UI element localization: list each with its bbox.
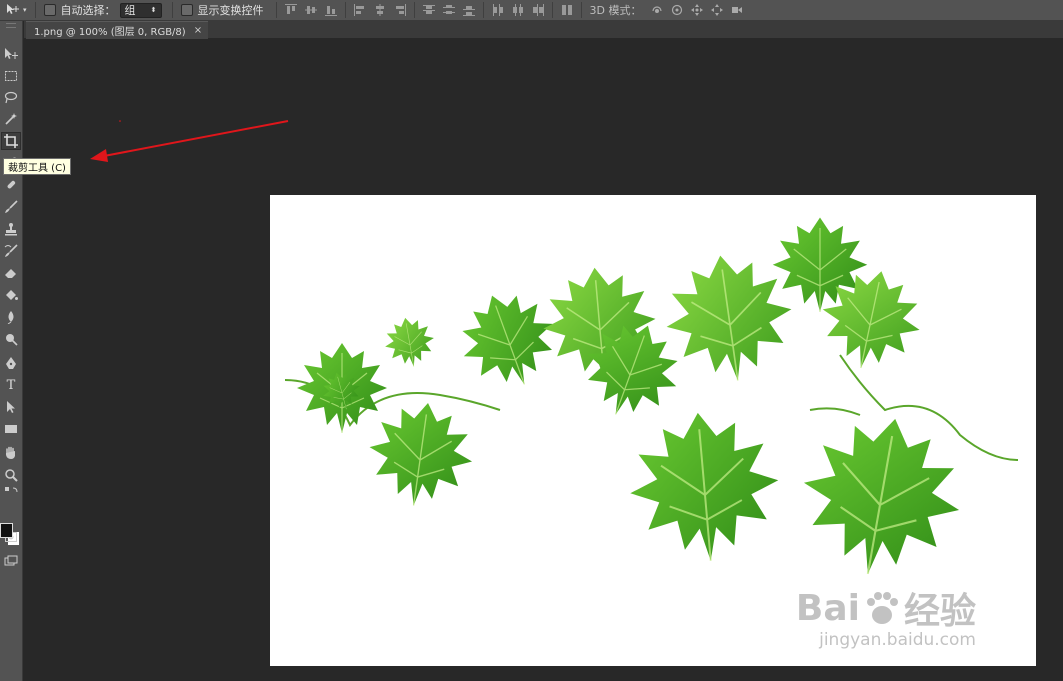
distribute-top-button[interactable] [422, 3, 436, 17]
3d-mode-label: 3D 模式： [589, 4, 642, 17]
distribute-bottom-button[interactable] [462, 3, 476, 17]
marquee-tool-icon[interactable] [1, 67, 21, 85]
document-canvas[interactable]: Bai 经验 jingyan.baidu.com [270, 195, 1036, 666]
hand-tool-icon[interactable] [1, 444, 21, 462]
close-icon[interactable]: × [194, 25, 202, 36]
options-bar: ▾ 自动选择： 组 ⬍ 显示变换控件 3D 模式： [0, 0, 1063, 21]
pan-3d-icon[interactable] [690, 3, 704, 17]
distribute-left-button[interactable] [491, 3, 505, 17]
roll-3d-icon[interactable] [670, 3, 684, 17]
document-tab[interactable]: 1.png @ 100% (图层 0, RGB/8) × [26, 21, 209, 39]
divider [580, 2, 582, 18]
rotate-3d-icon[interactable] [650, 3, 664, 17]
history-brush-tool-icon[interactable] [1, 242, 21, 260]
align-left-button[interactable] [353, 3, 367, 17]
distribute-hcenter-button[interactable] [511, 3, 525, 17]
divider [275, 2, 277, 18]
magic-wand-tool-icon[interactable] [1, 110, 21, 128]
crop-tool-icon[interactable] [1, 132, 21, 150]
divider [551, 2, 553, 18]
watermark-main-text: Bai [795, 587, 860, 629]
watermark-main-tail: 经验 [903, 591, 976, 632]
paint-bucket-tool-icon[interactable] [1, 286, 21, 304]
tools-panel: T [0, 21, 23, 681]
auto-align-button[interactable] [560, 3, 574, 17]
clone-stamp-tool-icon[interactable] [1, 220, 21, 238]
path-selection-tool-icon[interactable] [1, 398, 21, 416]
divider [171, 2, 173, 18]
align-right-button[interactable] [393, 3, 407, 17]
show-transform-checkbox[interactable] [180, 4, 193, 16]
baidu-watermark: Bai 经验 jingyan.baidu.com [795, 582, 976, 651]
spinner-icon: ⬍ [150, 6, 157, 14]
watermark-sub-text: jingyan.baidu.com [819, 630, 976, 650]
divider [482, 2, 484, 18]
healing-brush-tool-icon[interactable] [1, 176, 21, 194]
type-tool-glyph: T [6, 377, 16, 393]
zoom-tool-icon[interactable] [1, 466, 21, 484]
move-tool-icon[interactable] [1, 45, 21, 63]
distribute-vcenter-button[interactable] [442, 3, 456, 17]
document-tab-bar: 1.png @ 100% (图层 0, RGB/8) × [24, 21, 1063, 39]
type-tool-icon[interactable]: T [1, 376, 21, 394]
eraser-tool-icon[interactable] [1, 264, 21, 282]
align-top-button[interactable] [284, 3, 298, 17]
auto-select-dropdown[interactable]: 组 ⬍ [119, 2, 162, 18]
divider [34, 2, 36, 18]
default-colors-icon[interactable] [1, 485, 21, 497]
foreground-color-swatch[interactable] [0, 523, 13, 538]
show-transform-label: 显示变换控件 [197, 4, 264, 17]
auto-select-checkbox[interactable] [43, 4, 56, 16]
auto-select-label: 自动选择： [60, 4, 116, 17]
distribute-right-button[interactable] [531, 3, 545, 17]
pen-tool-icon[interactable] [1, 354, 21, 372]
auto-select-value: 组 [124, 4, 136, 17]
tool-preset-picker[interactable]: ▾ [0, 0, 31, 20]
rectangle-tool-icon[interactable] [1, 420, 21, 438]
crop-tool-tooltip: 裁剪工具 (C) [3, 158, 71, 175]
divider [344, 2, 346, 18]
slide-3d-icon[interactable] [710, 3, 724, 17]
panel-grip[interactable] [6, 23, 16, 28]
paw-icon [862, 588, 902, 628]
document-tab-title: 1.png @ 100% (图层 0, RGB/8) [34, 27, 186, 38]
align-hcenter-button[interactable] [373, 3, 387, 17]
dodge-tool-icon[interactable] [1, 330, 21, 348]
scale-3d-icon[interactable] [730, 3, 744, 17]
lasso-tool-icon[interactable] [1, 88, 21, 106]
brush-tool-icon[interactable] [1, 198, 21, 216]
align-bottom-button[interactable] [324, 3, 338, 17]
chevron-down-icon: ▾ [23, 6, 27, 14]
divider [413, 2, 415, 18]
blur-tool-icon[interactable] [1, 308, 21, 326]
screen-mode-icon[interactable] [1, 552, 21, 570]
move-icon [6, 3, 20, 18]
align-vcenter-button[interactable] [304, 3, 318, 17]
